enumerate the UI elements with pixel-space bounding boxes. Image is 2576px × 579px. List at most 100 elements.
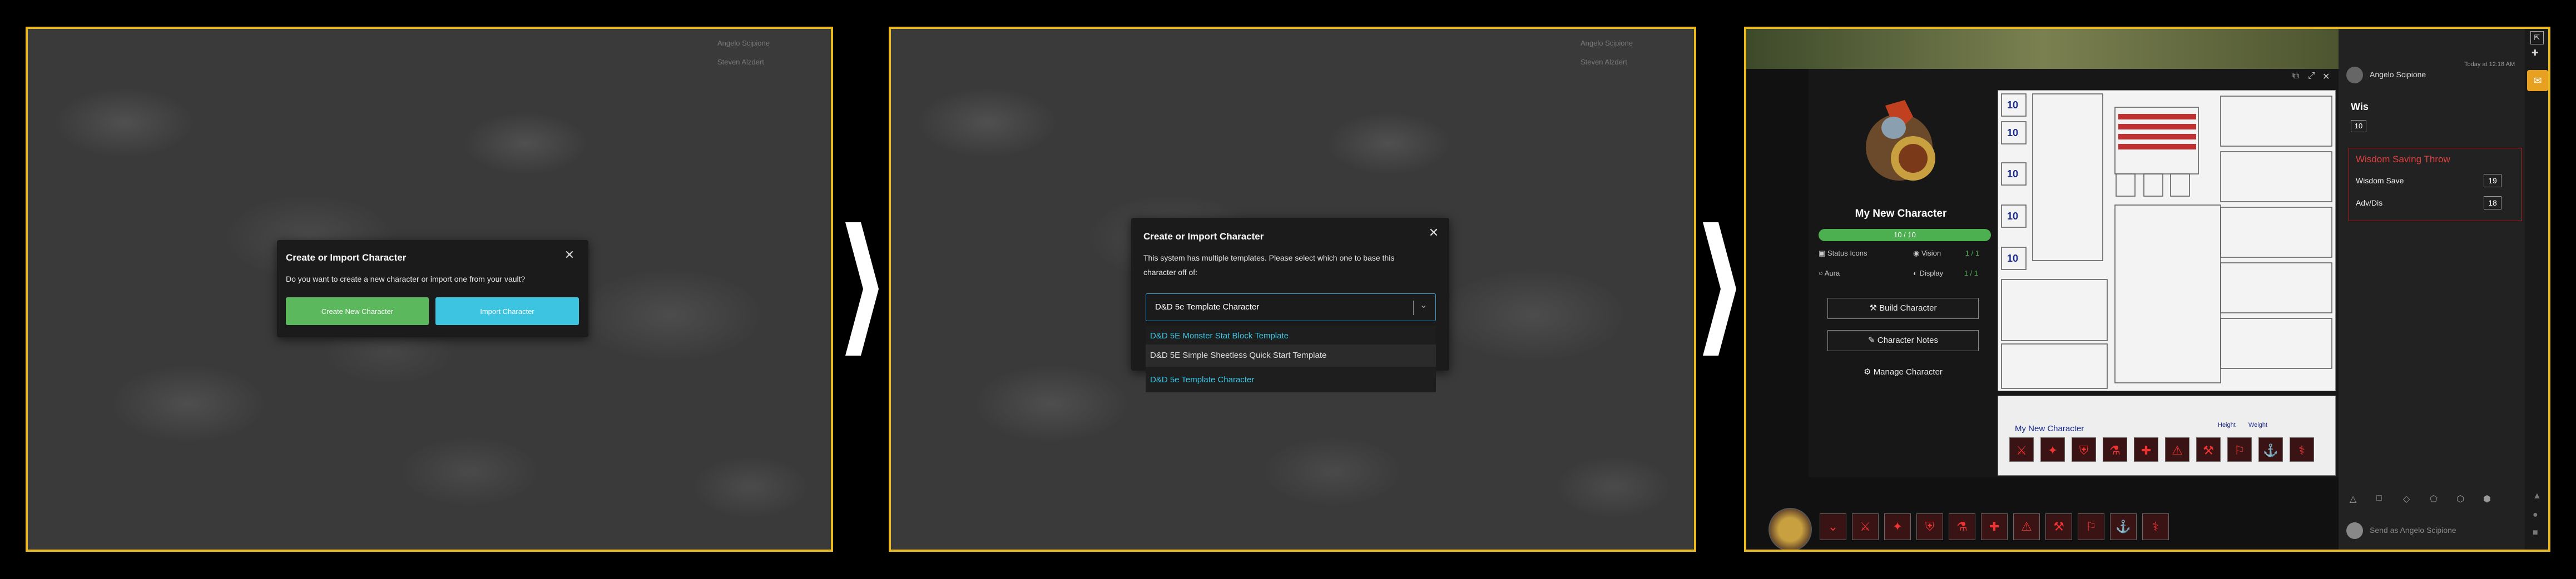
hammer-icon: ⚒ — [1869, 303, 1880, 313]
hotbar-slot[interactable]: ⛨ — [2072, 437, 2096, 462]
template-option[interactable]: D&D 5e Template Character — [1150, 375, 1254, 385]
display-label: Display — [1919, 269, 1944, 277]
create-new-character-button[interactable]: Create New Character — [286, 297, 429, 325]
screenshot-panel-3: ⧉ ⤢ ✕ My New Character 10 / 10 ▣ Status … — [1744, 27, 2550, 552]
d10-icon[interactable]: ⬠ — [2430, 493, 2438, 505]
d12-icon[interactable]: ⬡ — [2456, 493, 2464, 505]
d8-icon[interactable]: ◇ — [2403, 493, 2410, 505]
popout-icon[interactable]: ⧉ — [2292, 71, 2298, 81]
pin-icon[interactable]: ✚ — [2532, 48, 2539, 58]
sheet-field: Weight — [2248, 422, 2268, 428]
screenshot-panel-1: Angelo Scipione Steven Alzdert Create or… — [26, 27, 833, 552]
svg-text:10: 10 — [2007, 168, 2018, 179]
dice-row: △ □ ◇ ⬠ ⬡ ⬢ — [2350, 493, 2505, 510]
svg-text:10: 10 — [2007, 253, 2018, 264]
character-name: My New Character — [1855, 208, 1947, 219]
status-icons-row[interactable]: ▣ Status Icons — [1819, 249, 1867, 258]
eye-icon: ◉ — [1913, 249, 1921, 257]
roll-value: 10 — [2351, 120, 2366, 132]
manage-character-label: Manage Character — [1873, 367, 1943, 377]
hotbar-slot[interactable]: ✚ — [2134, 437, 2158, 462]
lock-icon[interactable]: ■ — [2533, 528, 2538, 538]
svg-text:10: 10 — [2007, 99, 2018, 111]
dialog-text-line-1: This system has multiple templates. Plea… — [1143, 253, 1395, 262]
hotbar-slot[interactable]: ⚒ — [2196, 437, 2221, 462]
hotbar-slot[interactable]: ⚓ — [2110, 513, 2137, 540]
sheet-field: Height — [2218, 422, 2236, 428]
settings-icon[interactable]: ● — [2533, 510, 2538, 520]
player-name: Steven Alzdert — [717, 58, 764, 66]
hotbar-slot[interactable]: ⚠ — [2013, 513, 2040, 540]
save-value: 19 — [2484, 174, 2501, 187]
hotbar-slot[interactable]: ⚒ — [2045, 513, 2072, 540]
hp-bar: 10 / 10 — [1819, 229, 1991, 241]
template-select[interactable]: D&D 5e Template Character ⌄ — [1146, 293, 1436, 321]
vision-label: Vision — [1921, 249, 1941, 257]
vision-value: 1 / 1 — [1965, 249, 1980, 257]
expand-icon[interactable]: ⤢ — [2308, 71, 2315, 81]
close-icon[interactable]: ✕ — [1428, 227, 1440, 239]
hotbar-slot[interactable]: ⚐ — [2078, 513, 2104, 540]
aura-row[interactable]: ○ Aura — [1819, 269, 1840, 277]
token-avatar[interactable] — [1768, 508, 1812, 550]
hotbar-slot[interactable]: ✦ — [1884, 513, 1911, 540]
pencil-icon: ✎ — [1868, 336, 1877, 345]
player-name: Steven Alzdert — [1581, 58, 1627, 66]
aura-icon: ○ — [1819, 269, 1825, 277]
hotbar-slot[interactable]: ⚐ — [2227, 437, 2252, 462]
chevron-down-icon: ⌄ — [1420, 301, 1428, 310]
build-character-button[interactable]: ⚒ Build Character — [1827, 298, 1979, 319]
d6-icon[interactable]: □ — [2376, 493, 2382, 503]
aura-label: Aura — [1824, 269, 1840, 277]
hotbar-slot[interactable]: ⚕ — [2290, 437, 2314, 462]
expand-hotbar-icon[interactable]: ⌄ — [1820, 513, 1846, 540]
vision-row[interactable]: ◉ Vision 1 / 1 — [1913, 249, 1979, 258]
character-portrait — [1866, 100, 1935, 181]
character-notes-button[interactable]: ✎ Character Notes — [1827, 330, 1979, 351]
hotbar-slot[interactable]: ⚕ — [2142, 513, 2169, 540]
template-option-hovered[interactable]: D&D 5E Simple Sheetless Quick Start Temp… — [1146, 345, 1436, 367]
selected-template: D&D 5e Template Character — [1155, 302, 1260, 312]
chat-user: Angelo Scipione — [2370, 70, 2426, 79]
d20-icon[interactable]: ⬢ — [2483, 493, 2491, 505]
import-character-button[interactable]: Import Character — [435, 297, 579, 325]
select-divider — [1413, 301, 1414, 315]
window-controls: ⧉ ⤢ ✕ — [2287, 71, 2337, 83]
hotbar-slot[interactable]: ⛨ — [1916, 513, 1943, 540]
hotbar-slot[interactable]: ⚠ — [2165, 437, 2189, 462]
screenshot-panel-2: Angelo Scipione Steven Alzdert Create or… — [889, 27, 1696, 552]
hotbar-slot[interactable]: ✚ — [1981, 513, 2008, 540]
manage-character-button[interactable]: ⚙ Manage Character — [1827, 367, 1979, 377]
dialog-text: Do you want to create a new character or… — [286, 274, 526, 283]
hotbar-slot[interactable]: ⚔ — [1852, 513, 1879, 540]
hotbar-slot[interactable]: ⚗ — [2103, 437, 2127, 462]
dialog-title: Create or Import Character — [1143, 231, 1264, 242]
display-icon: ◐ — [1913, 269, 1920, 277]
hotbar-slot[interactable]: ✦ — [2040, 437, 2065, 462]
popout-icon[interactable]: ⇱ — [2530, 31, 2544, 44]
chat-tab-icon[interactable]: ✉ — [2527, 70, 2548, 91]
display-row[interactable]: ◐ Display 1 / 1 — [1913, 269, 1978, 277]
character-sheet-preview: 10 10 10 10 10 — [1998, 90, 2336, 391]
chat-avatar — [2346, 67, 2363, 83]
warning-icon[interactable]: ▲ — [2533, 491, 2542, 501]
chevron-right-icon — [845, 222, 879, 356]
save-label: Wisdom Save — [2356, 176, 2404, 185]
status-icons-label: Status Icons — [1827, 249, 1867, 257]
sheet-diagram: 10 10 10 10 10 — [2001, 93, 2332, 389]
close-icon[interactable]: ✕ — [2322, 71, 2330, 82]
close-icon[interactable]: ✕ — [563, 249, 576, 261]
d4-icon[interactable]: △ — [2350, 493, 2356, 505]
saving-throw-card: Wisdom Saving Throw Wisdom Save 19 Adv/D… — [2349, 148, 2522, 221]
chat-input[interactable]: Send as Angelo Scipione — [2370, 526, 2456, 535]
character-notes-label: Character Notes — [1877, 336, 1938, 345]
dialog-text-line-2: character off of: — [1143, 268, 1198, 277]
saving-throw-title: Wisdom Saving Throw — [2356, 154, 2450, 164]
display-value: 1 / 1 — [1964, 269, 1979, 277]
status-icons-icon: ▣ — [1819, 249, 1827, 257]
sheet-hotbar: ⚔ ✦ ⛨ ⚗ ✚ ⚠ ⚒ ⚐ ⚓ ⚕ — [2009, 437, 2332, 465]
hotbar-slot[interactable]: ⚔ — [2009, 437, 2034, 462]
hotbar-slot[interactable]: ⚓ — [2258, 437, 2283, 462]
template-option[interactable]: D&D 5E Monster Stat Block Template — [1150, 331, 1289, 341]
hotbar-slot[interactable]: ⚗ — [1949, 513, 1975, 540]
